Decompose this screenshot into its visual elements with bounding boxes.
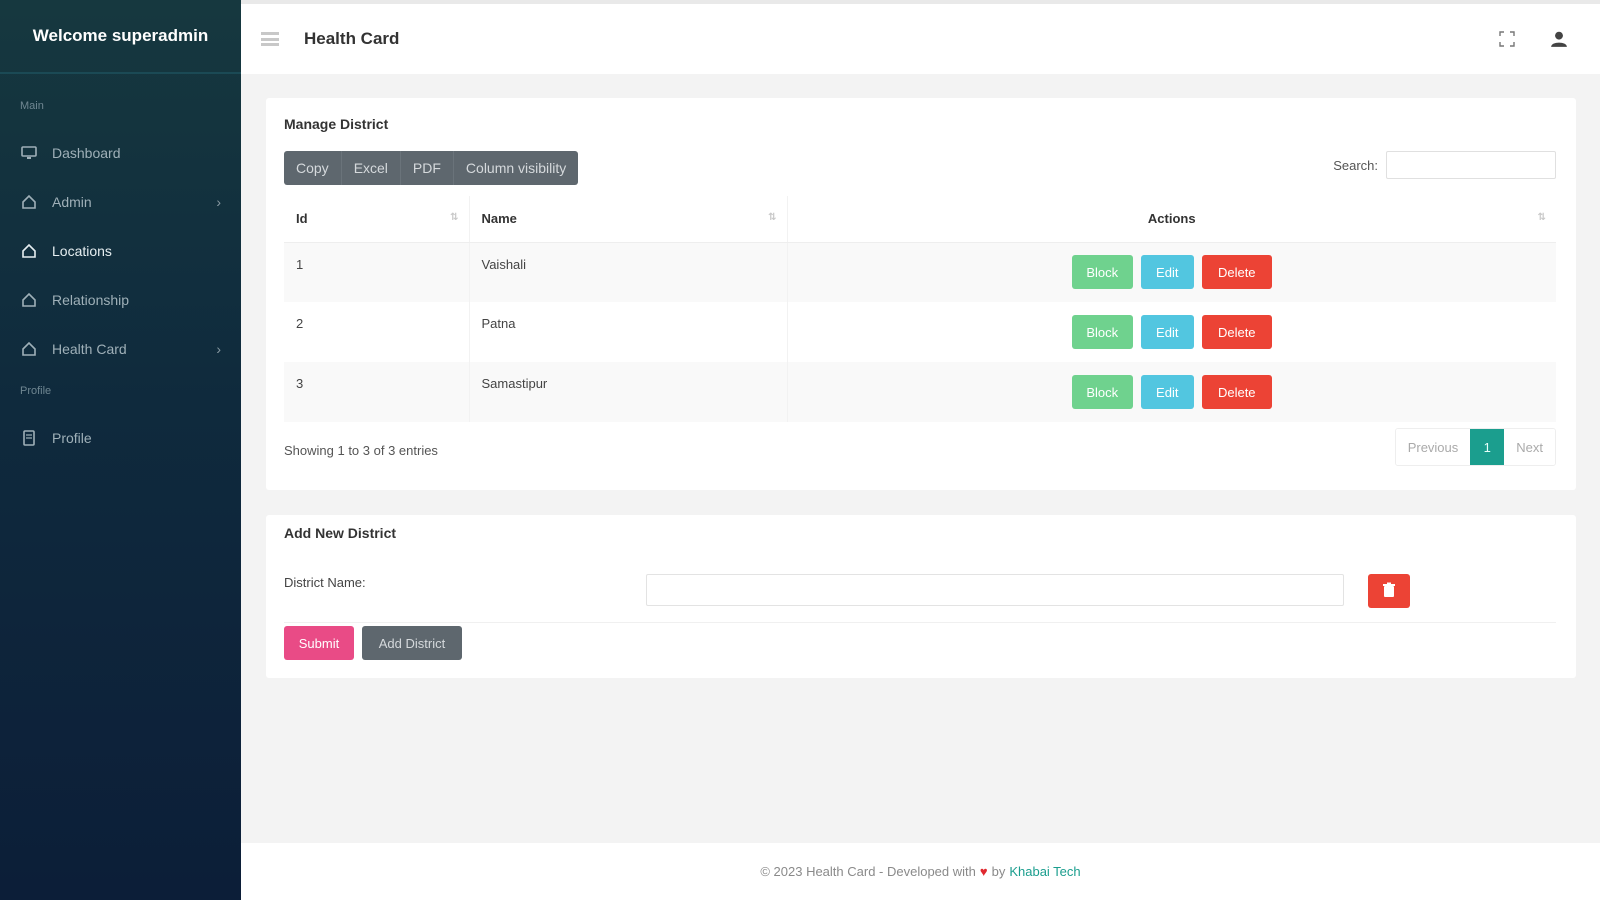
sidebar-item-label: Profile [52,429,92,446]
sidebar-item-relationship[interactable]: Relationship [0,275,241,324]
sidebar-item-dashboard[interactable]: Dashboard [0,128,241,177]
footer: © 2023 Health Card - Developed with ♥ by… [241,843,1600,900]
card-title: Add New District [284,525,397,541]
block-button[interactable]: Block [1071,375,1133,409]
remove-field-button[interactable] [1368,574,1410,608]
document-icon [20,429,38,446]
footer-by: by [991,864,1006,879]
search-label: Search: [1333,157,1378,173]
sidebar-item-label: Admin [52,193,92,210]
manage-district-card: Manage District Copy Excel PDF Column vi… [266,98,1576,490]
cell-actions: Block Edit Delete [787,362,1556,422]
sidebar-section-profile: Profile [20,385,52,397]
column-header-label: Id [296,211,308,227]
footer-text: © 2023 Health Card - Developed with [760,864,976,879]
form-divider [284,622,1556,623]
submit-button[interactable]: Submit [284,626,354,660]
edit-button[interactable]: Edit [1140,255,1194,290]
sidebar-item-label: Health Card [52,340,127,357]
sidebar-item-label: Locations [52,242,112,259]
pagination: Previous 1 Next [1394,428,1556,466]
district-name-field[interactable] [646,574,1344,606]
cell-id: 3 [284,362,470,422]
table-search: Search: [1333,151,1556,179]
menu-icon[interactable] [261,32,279,46]
next-page-button[interactable]: Next [1504,429,1555,465]
sidebar-item-label: Dashboard [52,144,121,161]
sidebar-brand: Welcome superadmin [0,0,241,74]
cell-id: 2 [284,302,470,362]
cell-actions: Block Edit Delete [787,242,1556,302]
delete-button[interactable]: Delete [1201,375,1272,409]
excel-button[interactable]: Excel [342,151,401,185]
sort-icon: ⇅ [768,212,777,223]
page-1-button[interactable]: 1 [1470,429,1505,465]
column-header-id[interactable]: Id ⇅ [284,196,470,243]
cell-name: Vaishali [469,242,788,302]
home-icon [20,243,38,259]
previous-page-button[interactable]: Previous [1395,429,1471,465]
delete-button[interactable]: Delete [1201,315,1272,349]
column-header-label: Actions [1147,211,1196,227]
copy-button[interactable]: Copy [284,151,342,185]
cell-name: Samastipur [469,362,788,422]
card-title: Manage District [284,116,389,132]
footer-company-link[interactable]: Khabai Tech [1009,864,1080,879]
sort-icon: ⇅ [450,212,459,223]
sidebar-item-admin[interactable]: Admin › [0,177,241,226]
district-table: Id ⇅ Name ⇅ Actions ⇅ 1 Vaishali Block Edit… [284,196,1556,422]
chevron-right-icon: › [216,340,221,357]
edit-button[interactable]: Edit [1140,375,1194,409]
column-header-actions[interactable]: Actions ⇅ [787,196,1556,243]
cell-name: Patna [469,302,788,362]
heart-icon: ♥ [979,864,988,879]
trash-icon [1381,582,1397,601]
home-icon [20,341,38,357]
block-button[interactable]: Block [1071,315,1133,349]
home-icon [20,292,38,308]
sidebar-item-profile[interactable]: Profile [0,413,241,462]
pdf-button[interactable]: PDF [401,151,454,185]
sidebar-item-label: Relationship [52,291,130,308]
user-icon[interactable] [1548,28,1570,50]
add-district-button[interactable]: Add District [362,626,462,660]
home-icon [20,194,38,210]
sidebar-item-locations[interactable]: Locations [0,226,241,275]
district-name-label: District Name: [284,575,366,590]
sidebar-item-health-card[interactable]: Health Card › [0,324,241,373]
column-header-name[interactable]: Name ⇅ [469,196,788,243]
sidebar-section-main: Main [20,100,44,112]
cell-actions: Block Edit Delete [787,302,1556,362]
cell-id: 1 [284,242,470,302]
sort-icon: ⇅ [1537,212,1546,223]
page-title: Health Card [304,29,400,48]
chevron-right-icon: › [216,193,221,210]
table-info: Showing 1 to 3 of 3 entries [284,443,438,458]
sidebar: Welcome superadmin Main Dashboard Admin … [0,0,241,900]
column-visibility-button[interactable]: Column visibility [454,151,578,185]
edit-button[interactable]: Edit [1140,315,1194,349]
table-row: 2 Patna Block Edit Delete [284,302,1556,362]
monitor-icon [20,145,38,161]
export-button-group: Copy Excel PDF Column visibility [284,151,579,185]
table-row: 1 Vaishali Block Edit Delete [284,242,1556,302]
column-header-label: Name [481,211,517,227]
fullscreen-icon[interactable] [1496,28,1518,50]
block-button[interactable]: Block [1071,255,1133,290]
topbar: Health Card [241,4,1600,74]
search-input[interactable] [1386,151,1556,179]
add-district-card: Add New District District Name: Submit A… [266,515,1576,678]
table-row: 3 Samastipur Block Edit Delete [284,362,1556,422]
delete-button[interactable]: Delete [1201,255,1272,290]
